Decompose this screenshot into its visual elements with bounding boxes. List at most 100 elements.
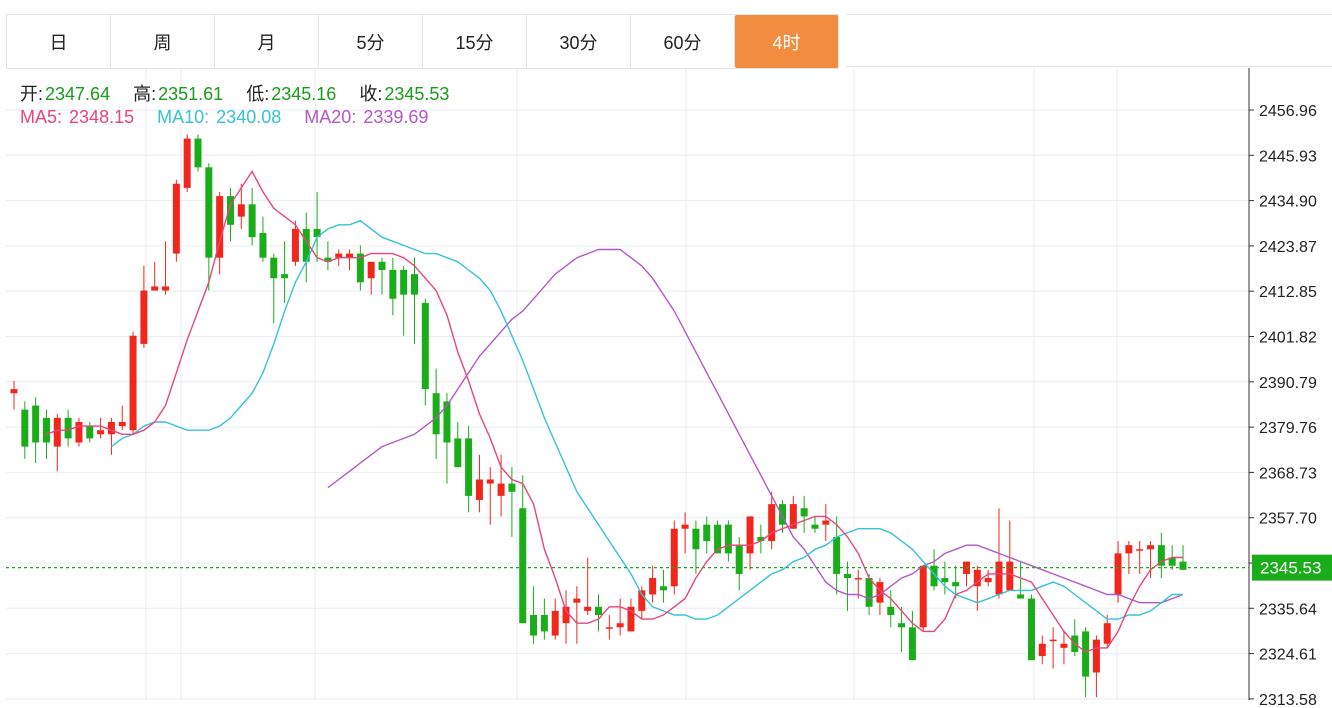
candle-body [97,430,105,435]
candle-body [1136,549,1144,551]
y-tick-label: 2368.73 [1259,465,1317,482]
low-value: 2345.16 [271,84,337,104]
candle-body [107,421,115,435]
candle-body [1017,594,1025,599]
candle-body [746,516,754,554]
candle-body [1114,553,1122,595]
candle-body [1038,643,1046,657]
candle-body [703,524,711,542]
candle-body [1092,639,1100,673]
candle-body [410,274,418,295]
ma10-label: MA10: [157,107,210,127]
y-tick-label: 2456.96 [1259,103,1317,120]
candle-body [811,524,819,529]
ma5-value: 2348.15 [69,107,135,127]
candle-body [616,623,624,628]
last-price-label: 2345.53 [1260,559,1321,578]
candle-body [692,528,700,550]
candle-body [595,606,602,615]
ohlc-readout: 开: 2347.64 高: 2351.61 低: 2345.16 收: 2345.53 [20,80,451,106]
candle-body [995,561,1003,595]
ma20-line [327,248,1184,604]
low-label: 低: [246,84,270,104]
open-label: 开: [20,84,44,104]
y-tick-label: 2335.64 [1259,601,1317,618]
candle-body [475,479,483,500]
candle-body [1147,545,1155,550]
y-tick-label: 2412.85 [1259,284,1317,301]
y-tick-label: 2324.61 [1259,647,1317,664]
candle-body [194,138,202,168]
ma20-label: MA20: [304,107,357,127]
candle-body [573,598,581,603]
candle-body [421,302,429,390]
y-tick-label: 2379.76 [1259,420,1317,437]
candle-body [530,614,538,636]
candle-body [389,270,397,299]
candle-body [64,417,72,439]
high-label: 高: [133,84,157,104]
y-tick-label: 2390.79 [1259,375,1317,392]
ma10-value: 2340.08 [216,107,282,127]
candle-body [32,405,40,443]
candle-body [259,233,267,258]
candle-body [270,257,278,279]
close-value: 2345.53 [384,84,450,104]
ma10-line [110,219,1183,620]
candle-body [172,183,180,254]
candle-body [10,389,18,394]
candle-body [1027,598,1035,661]
candle-body [151,286,159,291]
candle-body [205,167,213,258]
candle-body [497,483,505,496]
candle-body [140,290,148,344]
candle-body [887,606,895,615]
candle-body [519,508,527,624]
candle-body [952,582,960,587]
candle-body [1060,643,1068,648]
candle-body [53,417,61,447]
ma20-value: 2339.69 [363,107,429,127]
candle-body [508,483,516,492]
candle-body [908,627,916,661]
candle-body [162,286,170,291]
candle-body [400,270,408,295]
candle-body [551,610,559,636]
candle-body [649,578,657,595]
candle-body [237,204,245,217]
candle-body [984,578,992,583]
candle-body [584,606,592,611]
candle-body [465,438,473,496]
candle-body [129,335,137,431]
open-value: 2347.64 [45,84,111,104]
y-tick-label: 2357.70 [1259,511,1317,528]
candle-body [605,627,613,629]
candle-body [919,565,927,628]
candle-body [670,528,678,587]
candle-body [486,479,494,484]
ma-readout: MA5: 2348.15 MA10: 2340.08 MA20: 2339.69 [20,107,430,128]
candle-body [432,393,440,435]
candle-body [659,586,667,591]
candle-body [898,623,906,628]
candle-body [681,524,689,529]
y-tick-label: 2434.90 [1259,194,1317,211]
candle-body [183,138,191,188]
candle-body [1049,639,1057,642]
candle-body [865,578,873,607]
candle-body [21,409,29,447]
candle-body [735,545,743,574]
y-tick-label: 2423.87 [1259,239,1317,256]
y-tick-label: 2401.82 [1259,330,1317,347]
candle-body [86,426,94,439]
candle-body [378,261,386,271]
candle-body [1103,623,1111,644]
candle-body [843,573,851,579]
candle-body [854,578,862,580]
close-label: 收: [359,84,383,104]
candle-body [822,520,830,525]
candle-body [1082,631,1090,677]
candle-body [540,614,548,632]
high-value: 2351.61 [158,84,224,104]
candle-body [941,578,949,583]
